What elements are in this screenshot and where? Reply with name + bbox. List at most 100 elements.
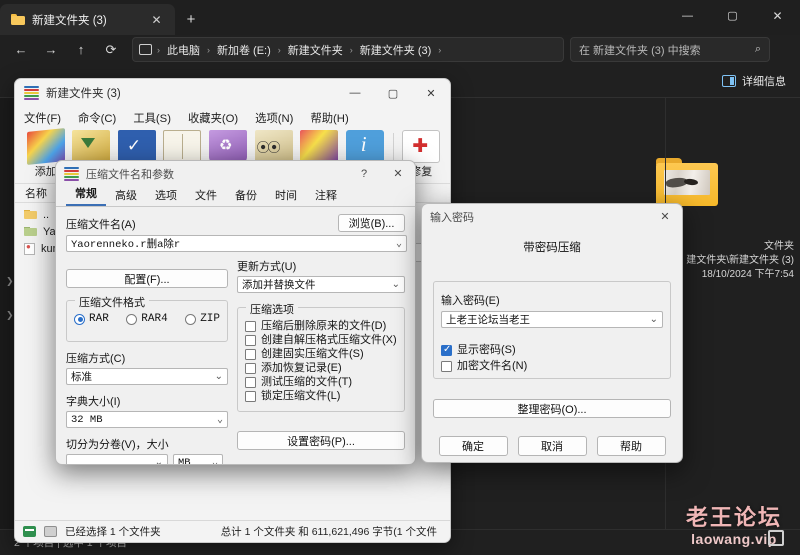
menu-item-favorites[interactable]: 收藏夹(O) (188, 110, 247, 126)
winrar-title: 新建文件夹 (3) (46, 88, 121, 100)
radio-indicator (74, 313, 85, 325)
password-ok-button[interactable]: 确定 (438, 436, 508, 456)
forward-icon[interactable]: → (36, 37, 66, 62)
breadcrumb-item-2[interactable]: 新建文件夹 (284, 41, 347, 59)
menu-item-options[interactable]: 选项(N) (255, 110, 302, 126)
chevron-down-icon[interactable]: ⌄ (212, 457, 218, 465)
compression-method-select[interactable]: 标准 ⌄ (66, 368, 229, 385)
chevron-down-icon[interactable]: ⌄ (396, 238, 402, 250)
tab-time[interactable]: 时间 (266, 187, 306, 206)
winrar-window-controls: — ▢ ✕ (336, 79, 450, 107)
new-tab-button[interactable]: + (178, 6, 204, 33)
radio-rar4-label: RAR4 (141, 313, 168, 325)
folder-up-icon (24, 209, 37, 220)
refresh-icon[interactable]: ⟳ (96, 37, 126, 62)
watermark: 老王论坛 laowang.vip (686, 500, 784, 547)
radio-zip-label: ZIP (200, 313, 220, 325)
password-cancel-button[interactable]: 取消 (517, 436, 587, 456)
detail-path: 建文件夹\新建文件夹 (3) (686, 255, 794, 266)
radio-zip[interactable]: ZIP (185, 313, 220, 325)
close-icon[interactable]: ✕ (755, 0, 800, 31)
compression-method-label: 压缩方式(C) (66, 353, 126, 365)
profile-button[interactable]: 配置(F)... (66, 269, 229, 288)
winrar-status-left: 已经选择 1 个文件夹 (65, 526, 161, 538)
breadcrumb[interactable]: › 此电脑 › 新加卷 (E:) › 新建文件夹 › 新建文件夹 (3) › (132, 37, 564, 62)
password-input[interactable]: 上老王论坛当老王 ⌄ (441, 311, 663, 328)
split-size-input[interactable]: ⌄ (66, 454, 168, 464)
chevron-down-icon[interactable]: ⌄ (155, 457, 163, 464)
checkbox-solid-archive[interactable]: 创建固实压缩文件(S) (245, 347, 397, 361)
split-unit-select[interactable]: MB ⌄ (173, 454, 223, 465)
archive-name-input[interactable]: Yaorenneko.r删a除r ⌄ (66, 235, 407, 252)
maximize-icon[interactable]: ▢ (710, 0, 755, 31)
minimize-icon[interactable]: — (665, 0, 710, 31)
back-icon[interactable]: ← (6, 37, 36, 62)
close-icon[interactable]: ✕ (412, 79, 450, 107)
password-dialog-title-buttons: ✕ (648, 204, 682, 229)
tab-advanced[interactable]: 高级 (106, 187, 146, 206)
radio-rar4[interactable]: RAR4 (126, 313, 168, 325)
search-input[interactable]: 在 新建文件夹 (3) 中搜索 ⌕ (570, 37, 770, 62)
tab-options[interactable]: 选项 (146, 187, 186, 206)
resize-grip[interactable] (439, 530, 449, 540)
explorer-tab[interactable]: 新建文件夹 (3) ✕ (0, 4, 175, 35)
file-icon (24, 242, 35, 255)
checkbox-show-password[interactable]: 显示密码(S) (441, 343, 663, 357)
close-icon[interactable]: ✕ (648, 204, 682, 229)
up-icon[interactable]: ↑ (66, 37, 96, 62)
breadcrumb-item-1[interactable]: 新加卷 (E:) (213, 41, 275, 59)
details-pane: 文件夹 建文件夹\新建文件夹 (3) 18/10/2024 下午7:54 (665, 98, 800, 529)
checkbox-delete-after[interactable]: 压缩后删除原来的文件(D) (245, 319, 397, 333)
radio-rar[interactable]: RAR (74, 313, 109, 325)
winrar-menu-bar: 文件(F) 命令(C) 工具(S) 收藏夹(O) 选项(N) 帮助(H) (15, 107, 450, 128)
maximize-icon[interactable]: ▢ (374, 79, 412, 107)
dictionary-size-select[interactable]: 32 MB ⌄ (66, 411, 229, 428)
tab-general[interactable]: 常规 (66, 185, 106, 206)
details-pane-button[interactable]: 详细信息 (722, 73, 786, 89)
menu-item-commands[interactable]: 命令(C) (78, 110, 125, 126)
chevron-right-icon[interactable]: ❯ (6, 310, 14, 321)
chevron-down-icon[interactable]: ⌄ (392, 279, 400, 290)
help-icon[interactable]: ? (347, 161, 381, 186)
browse-button[interactable]: 浏览(B)... (338, 214, 405, 232)
close-icon[interactable]: ✕ (148, 11, 165, 28)
organize-passwords-button[interactable]: 整理密码(O)... (433, 399, 671, 418)
password-help-button[interactable]: 帮助 (596, 436, 666, 456)
checkbox-indicator (245, 362, 257, 374)
update-mode-label: 更新方式(U) (237, 261, 297, 273)
tab-files[interactable]: 文件 (186, 187, 226, 206)
compression-parameters-dialog: 压缩文件名和参数 ? ✕ 常规 高级 选项 文件 备份 时间 注释 压缩文件名(… (55, 160, 416, 465)
breadcrumb-separator: › (349, 44, 353, 55)
checkbox-recovery-record[interactable]: 添加恢复记录(E) (245, 361, 397, 375)
tab-comment[interactable]: 注释 (306, 187, 346, 206)
checkbox-encrypt-filenames[interactable]: 加密文件名(N) (441, 359, 663, 373)
checkbox-create-sfx[interactable]: 创建自解压格式压缩文件(X) (245, 333, 397, 347)
breadcrumb-item-3[interactable]: 新建文件夹 (3) (356, 41, 436, 59)
chevron-down-icon[interactable]: ⌄ (215, 371, 223, 382)
winrar-icon (64, 166, 79, 181)
checkbox-lock-archive[interactable]: 锁定压缩文件(L) (245, 389, 397, 403)
breadcrumb-item-0[interactable]: 此电脑 (163, 41, 204, 59)
chevron-down-icon[interactable]: ⌄ (650, 314, 658, 325)
chevron-down-icon[interactable]: ⌄ (217, 414, 223, 426)
tab-backup[interactable]: 备份 (226, 187, 266, 206)
close-icon[interactable]: ✕ (381, 161, 415, 186)
chevron-right-icon[interactable]: ❯ (6, 276, 14, 287)
checkbox-indicator (441, 343, 452, 357)
menu-item-tools[interactable]: 工具(S) (133, 110, 180, 126)
update-mode-select[interactable]: 添加并替换文件 ⌄ (237, 276, 405, 293)
set-password-button[interactable]: 设置密码(P)... (237, 431, 405, 450)
split-unit-value: MB (178, 456, 191, 465)
minimize-icon[interactable]: — (336, 79, 374, 107)
update-mode-value: 添加并替换文件 (242, 279, 316, 291)
menu-item-file[interactable]: 文件(F) (24, 110, 70, 126)
search-placeholder: 在 新建文件夹 (3) 中搜索 (579, 44, 701, 57)
compress-dialog-body: 压缩文件名(A) 浏览(B)... Yaorenneko.r删a除r ⌄ 配置(… (56, 207, 415, 465)
checkbox-test-archive[interactable]: 测试压缩的文件(T) (245, 375, 397, 389)
row-name: .. (43, 208, 50, 221)
checkbox-label: 显示密码(S) (457, 344, 516, 356)
archive-icon (44, 526, 57, 537)
folder-icon (11, 14, 25, 25)
menu-item-help[interactable]: 帮助(H) (310, 110, 357, 126)
test-archive-icon (117, 130, 156, 163)
